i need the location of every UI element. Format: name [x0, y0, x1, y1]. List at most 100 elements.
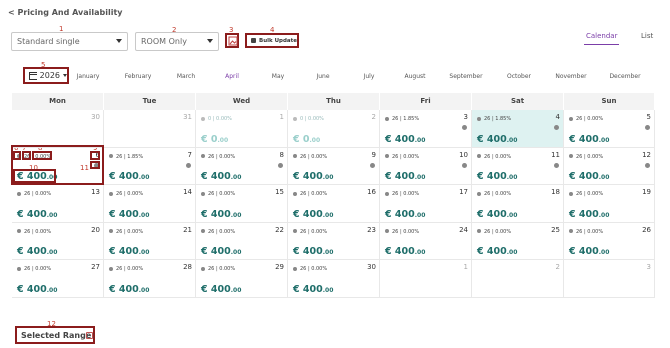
calendar-day-cell[interactable]: 2 [472, 260, 564, 298]
calendar-day-cell[interactable]: 30 26 | 0.00% € 400.00 [288, 260, 380, 298]
month-june[interactable]: June [298, 73, 348, 80]
status-dot-icon[interactable] [385, 191, 389, 196]
gear-icon[interactable] [370, 162, 375, 168]
month-may[interactable]: May [253, 73, 303, 80]
month-september[interactable]: September [441, 73, 491, 80]
day-price[interactable]: € 0.00 [201, 134, 228, 145]
status-dot-icon[interactable] [293, 229, 297, 234]
back-link[interactable]: < Pricing And Availability [8, 8, 123, 17]
day-price[interactable]: € 400.00 [293, 171, 333, 182]
day-price[interactable]: € 400.00 [17, 246, 57, 257]
gear-icon[interactable] [186, 162, 191, 168]
calendar-day-cell[interactable]: 5 26 | 0.00% € 400.00 [564, 110, 655, 148]
image-upload-button[interactable] [225, 33, 239, 48]
month-november[interactable]: November [546, 73, 596, 80]
status-dot-icon[interactable] [201, 154, 205, 159]
gear-icon[interactable] [554, 162, 559, 168]
status-dot-icon[interactable] [17, 229, 21, 234]
calendar-icon[interactable] [86, 332, 93, 339]
calendar-day-cell[interactable]: 23 26 | 0.00% € 400.00 [288, 222, 380, 261]
calendar-day-cell[interactable]: 7 26 | 1.85% € 400.00 [104, 147, 196, 186]
calendar-day-cell[interactable]: 20 26 | 0.00% € 400.00 [12, 222, 104, 261]
day-price[interactable]: € 400.00 [293, 284, 333, 295]
day-price[interactable]: € 400.00 [17, 209, 57, 220]
calendar-day-cell[interactable]: 15 26 | 0.00% € 400.00 [196, 185, 288, 223]
day-price[interactable]: € 400.00 [477, 246, 517, 257]
calendar-day-cell[interactable]: 31 [104, 110, 196, 148]
calendar-day-cell[interactable]: 1 0 | 0.00% € 0.00 [196, 110, 288, 148]
day-price[interactable]: € 400.00 [293, 209, 333, 220]
status-dot-icon[interactable] [477, 154, 481, 159]
status-dot-icon[interactable] [109, 191, 113, 196]
status-dot-icon[interactable] [569, 154, 573, 159]
calendar-day-cell[interactable]: 11 26 | 0.00% € 400.00 [472, 147, 564, 186]
calendar-day-cell[interactable]: 28 26 | 0.00% € 400.00 [104, 260, 196, 298]
day-price[interactable]: € 400.00 [109, 284, 149, 295]
month-july[interactable]: July [344, 73, 394, 80]
day-price[interactable]: € 400.00 [385, 134, 425, 145]
calendar-day-cell[interactable]: 22 26 | 0.00% € 400.00 [196, 222, 288, 261]
status-dot-icon[interactable] [293, 116, 297, 121]
calendar-day-cell[interactable]: 30 [12, 110, 104, 148]
calendar-day-cell[interactable]: 12 26 | 0.00% € 400.00 [564, 147, 655, 186]
occupancy-box[interactable] [32, 151, 52, 160]
calendar-day-cell[interactable]: 1 [380, 260, 472, 298]
calendar-day-cell[interactable]: 4 26 | 1.85% € 400.00 [472, 110, 564, 148]
gear-icon[interactable] [554, 125, 559, 130]
month-february[interactable]: February [113, 73, 163, 80]
status-dot-icon[interactable] [569, 191, 573, 196]
gear-icon[interactable] [645, 162, 650, 168]
month-august[interactable]: August [390, 73, 440, 80]
status-dot-icon[interactable] [201, 191, 205, 196]
status-dot-icon[interactable] [477, 116, 481, 121]
status-dot-icon[interactable] [109, 154, 113, 159]
day-price[interactable]: € 400.00 [569, 209, 609, 220]
price-box[interactable] [13, 169, 56, 183]
status-dot-icon[interactable] [293, 154, 297, 159]
calendar-day-cell[interactable]: 3 [564, 260, 655, 298]
calendar-day-cell[interactable]: 3 26 | 1.85% € 400.00 [380, 110, 472, 148]
status-dot-icon[interactable] [569, 116, 573, 121]
status-dot-icon[interactable] [477, 229, 481, 234]
gear-icon[interactable] [278, 162, 283, 168]
rate-plan-select[interactable]: ROOM Only [135, 32, 219, 51]
calendar-day-cell[interactable]: 27 26 | 0.00% € 400.00 [12, 260, 104, 298]
day-price[interactable]: € 400.00 [569, 171, 609, 182]
day-price[interactable]: € 400.00 [569, 246, 609, 257]
day-price[interactable]: € 400.00 [385, 209, 425, 220]
calendar-day-cell[interactable]: 2 0 | 0.00% € 0.00 [288, 110, 380, 148]
bulk-update-button[interactable]: Bulk Update [245, 33, 299, 48]
calendar-day-cell[interactable]: 8 26 | 0.00% € 400.00 [196, 147, 288, 186]
day-price[interactable]: € 400.00 [201, 171, 241, 182]
day-price[interactable]: € 400.00 [477, 209, 517, 220]
calendar-day-cell[interactable]: 14 26 | 0.00% € 400.00 [104, 185, 196, 223]
calendar-day-cell[interactable]: 16 26 | 0.00% € 400.00 [288, 185, 380, 223]
status-dot-icon[interactable] [109, 229, 113, 234]
date-number-box[interactable] [90, 151, 100, 160]
day-price[interactable]: € 400.00 [569, 134, 609, 145]
day-price[interactable]: € 400.00 [385, 246, 425, 257]
calendar-day-cell[interactable]: 29 26 | 0.00% € 400.00 [196, 260, 288, 298]
status-dot-icon[interactable] [201, 116, 205, 121]
room-type-select[interactable]: Standard single [11, 32, 128, 51]
day-price[interactable]: € 400.00 [477, 134, 517, 145]
status-dot-icon[interactable] [385, 229, 389, 234]
status-dot-icon[interactable] [201, 266, 205, 271]
day-price[interactable]: € 400.00 [293, 246, 333, 257]
status-dot-icon[interactable] [385, 116, 389, 121]
calendar-day-cell[interactable]: 13 26 | 0.00% € 400.00 [12, 185, 104, 223]
month-january[interactable]: January [63, 73, 113, 80]
calendar-day-cell[interactable]: 21 26 | 0.00% € 400.00 [104, 222, 196, 261]
status-toggle-box[interactable] [13, 151, 21, 160]
day-price[interactable]: € 400.00 [477, 171, 517, 182]
status-dot-icon[interactable] [17, 191, 21, 196]
calendar-day-cell[interactable]: 24 26 | 0.00% € 400.00 [380, 222, 472, 261]
month-october[interactable]: October [494, 73, 544, 80]
settings-box[interactable] [90, 161, 100, 169]
calendar-day-cell[interactable]: 19 26 | 0.00% € 400.00 [564, 185, 655, 223]
day-price[interactable]: € 0.00 [293, 134, 320, 145]
gear-icon[interactable] [462, 125, 467, 130]
tab-calendar[interactable]: Calendar [583, 32, 621, 45]
inventory-box[interactable] [22, 151, 31, 160]
day-price[interactable]: € 400.00 [17, 284, 57, 295]
